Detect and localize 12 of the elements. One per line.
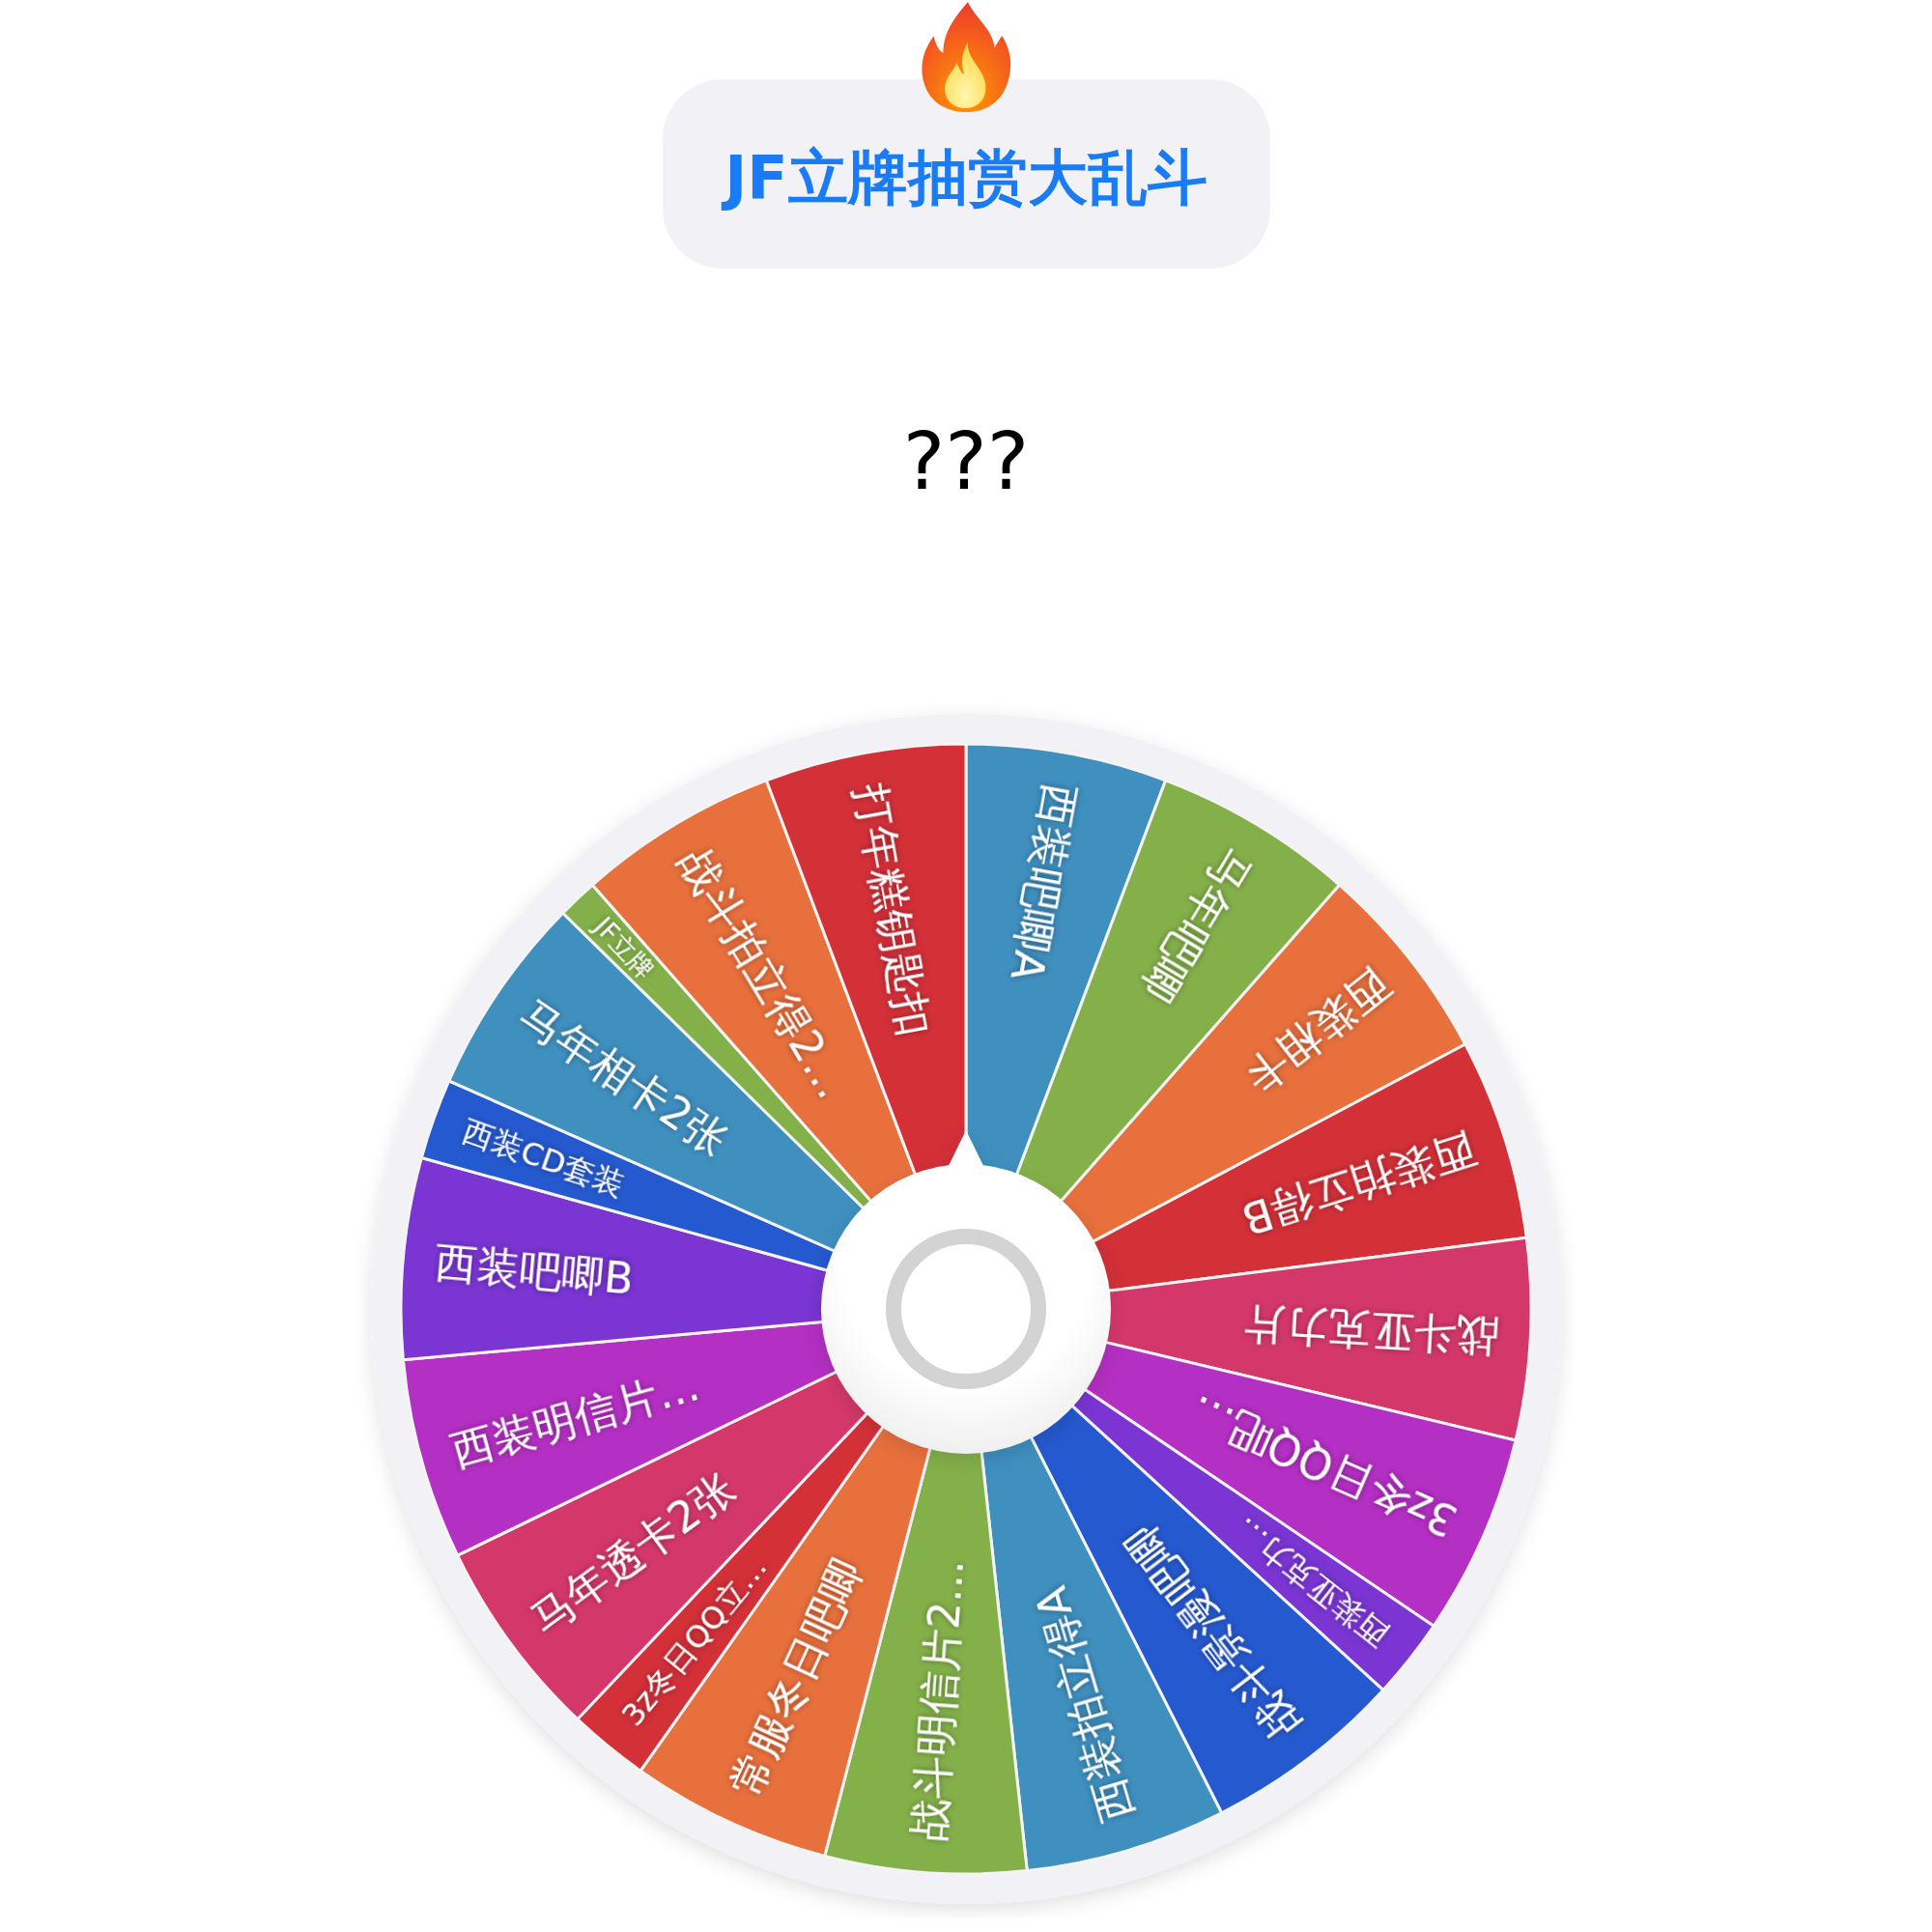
segment-label: 西装明信片…: [445, 1359, 705, 1476]
segment-label: 打年糕钥匙扣: [845, 780, 941, 1040]
segment-label: JF立牌: [588, 911, 660, 984]
segment-label: 西装拍立得B: [1236, 1123, 1482, 1245]
segment-label: 战斗明信片2…: [902, 1557, 973, 1843]
segment-label: 西装拍立得A: [1025, 1581, 1142, 1828]
segment-label: 战斗亚克力片: [1242, 1299, 1500, 1363]
segment-label: 西装吧唧B: [432, 1236, 636, 1304]
result-text: ???: [902, 414, 1030, 509]
segment-label: 西装CD套装: [457, 1112, 630, 1205]
spin-button[interactable]: [821, 1130, 1111, 1454]
segment-label: 西装吧唧A: [1002, 780, 1087, 985]
